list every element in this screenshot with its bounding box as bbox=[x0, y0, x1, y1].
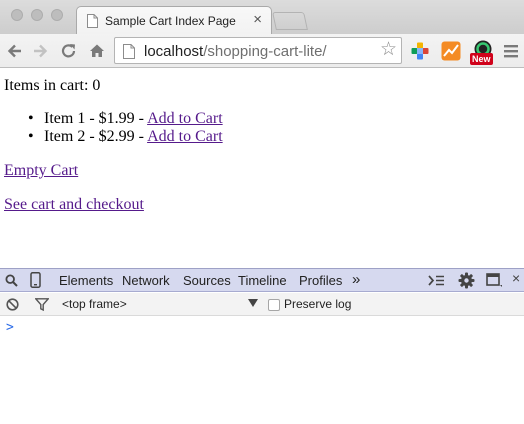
window-minimize-button[interactable] bbox=[31, 9, 43, 21]
tab-close-icon[interactable]: × bbox=[253, 12, 262, 27]
filter-icon[interactable] bbox=[35, 298, 49, 311]
console-filter-bar: <top frame> Preserve log bbox=[0, 293, 524, 316]
back-arrow-icon[interactable] bbox=[5, 41, 25, 61]
console-drawer-icon[interactable] bbox=[428, 274, 445, 287]
list-item: Item 1 - $1.99 - Add to Cart bbox=[28, 110, 223, 128]
address-bar[interactable]: localhost/shopping-cart-lite/ ☆ bbox=[114, 37, 402, 64]
page-info-icon[interactable] bbox=[123, 44, 135, 59]
chevron-down-icon[interactable] bbox=[248, 299, 258, 307]
cart-count-text: Items in cart: 0 bbox=[4, 77, 101, 94]
browser-tab-strip: Sample Cart Index Page × bbox=[0, 0, 524, 35]
window-close-button[interactable] bbox=[11, 9, 23, 21]
web-page: Items in cart: 0 Item 1 - $1.99 - Add to… bbox=[0, 69, 524, 268]
preserve-log-checkbox[interactable] bbox=[268, 299, 280, 311]
analytics-chart-icon[interactable] bbox=[441, 41, 461, 61]
devtools-tab-bar: Elements Network Sources Timeline Profil… bbox=[0, 269, 524, 292]
url-text: localhost/shopping-cart-lite/ bbox=[144, 43, 327, 60]
menu-hamburger-icon[interactable] bbox=[501, 41, 521, 61]
forward-arrow-icon[interactable] bbox=[30, 41, 50, 61]
tab-network[interactable]: Network bbox=[122, 273, 170, 288]
tab-profiles[interactable]: Profiles bbox=[299, 273, 342, 288]
close-icon[interactable]: × bbox=[512, 271, 520, 285]
tab-timeline[interactable]: Timeline bbox=[238, 273, 287, 288]
reload-icon[interactable] bbox=[59, 41, 79, 61]
device-mode-icon[interactable] bbox=[30, 272, 41, 288]
browser-toolbar: localhost/shopping-cart-lite/ ☆ New bbox=[0, 34, 524, 68]
checkout-link[interactable]: See cart and checkout bbox=[4, 196, 144, 214]
home-icon[interactable] bbox=[87, 41, 107, 61]
new-tab-button[interactable] bbox=[272, 12, 308, 30]
item-description: Item 1 - $1.99 - bbox=[44, 110, 148, 127]
url-path: /shopping-cart-lite/ bbox=[203, 43, 327, 60]
item-list: Item 1 - $1.99 - Add to Cart Item 2 - $2… bbox=[28, 110, 223, 146]
clear-console-icon[interactable] bbox=[6, 298, 19, 311]
tab-sources[interactable]: Sources bbox=[183, 273, 231, 288]
tab-title: Sample Cart Index Page bbox=[105, 14, 236, 28]
window-maximize-button[interactable] bbox=[51, 9, 63, 21]
document-icon bbox=[87, 14, 98, 28]
devtools-panel: Elements Network Sources Timeline Profil… bbox=[0, 268, 524, 424]
list-item: Item 2 - $2.99 - Add to Cart bbox=[28, 128, 223, 146]
new-badge: New bbox=[470, 53, 493, 65]
dock-side-icon[interactable] bbox=[486, 273, 502, 288]
preserve-log-label: Preserve log bbox=[284, 297, 352, 311]
extension-puzzle-icon[interactable] bbox=[410, 41, 430, 61]
extension-new-button[interactable]: New bbox=[470, 39, 496, 67]
console-prompt[interactable]: > bbox=[6, 320, 14, 335]
frame-select[interactable]: <top frame> bbox=[62, 297, 262, 311]
settings-gear-icon[interactable] bbox=[458, 272, 475, 289]
bookmark-star-icon[interactable]: ☆ bbox=[380, 40, 397, 59]
more-tabs-icon[interactable]: » bbox=[352, 271, 360, 288]
browser-tab-active[interactable]: Sample Cart Index Page × bbox=[76, 6, 272, 35]
add-to-cart-link-item-1[interactable]: Add to Cart bbox=[147, 110, 223, 127]
tab-elements[interactable]: Elements bbox=[59, 273, 113, 288]
add-to-cart-link-item-2[interactable]: Add to Cart bbox=[147, 128, 223, 145]
item-description: Item 2 - $2.99 - bbox=[44, 128, 148, 145]
empty-cart-link[interactable]: Empty Cart bbox=[4, 162, 78, 180]
search-icon[interactable] bbox=[5, 274, 18, 287]
url-host: localhost bbox=[144, 43, 204, 60]
